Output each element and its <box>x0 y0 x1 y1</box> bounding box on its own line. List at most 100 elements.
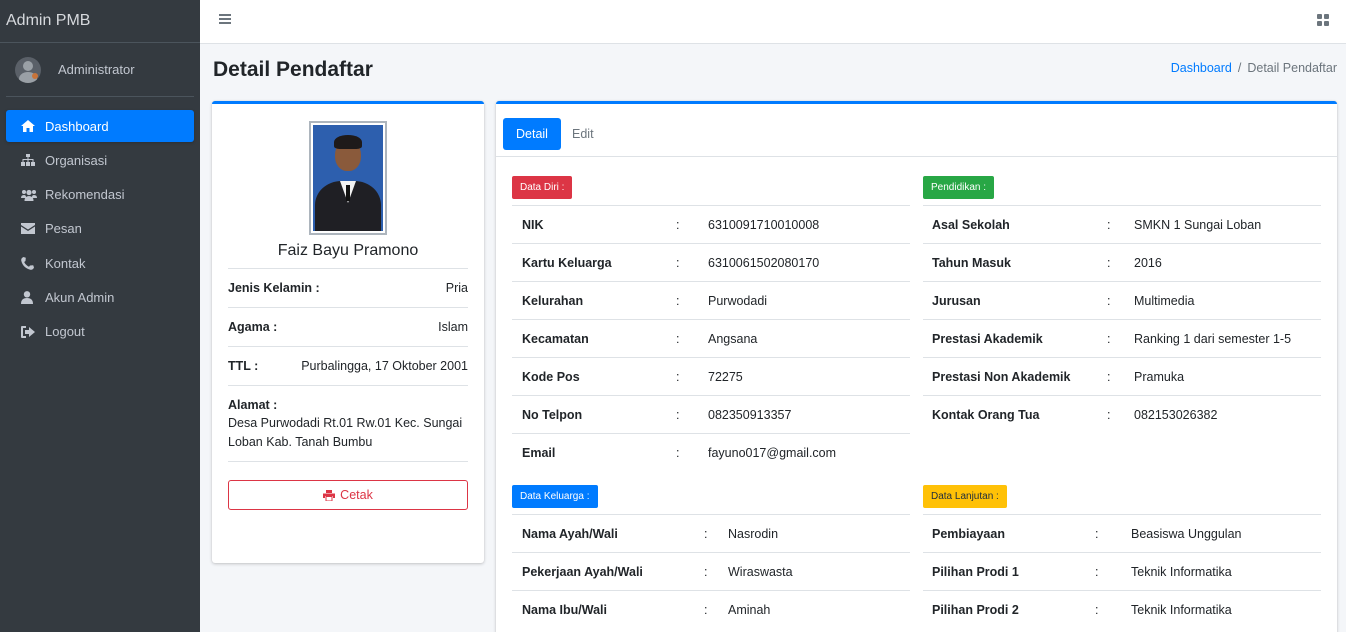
row-colon: : <box>1107 332 1111 346</box>
address-label: Alamat : <box>228 398 278 412</box>
sidebar-item-pesan[interactable]: Pesan <box>6 213 194 245</box>
row-value: 72275 <box>708 370 743 384</box>
row-key: Kartu Keluarga <box>522 256 612 270</box>
sidebar-item-rekomendasi[interactable]: Rekomendasi <box>6 179 194 211</box>
row-key: Asal Sekolah <box>932 218 1010 232</box>
phone-icon <box>21 256 45 270</box>
row-colon: : <box>1095 603 1099 617</box>
page-title: Detail Pendaftar <box>213 58 373 81</box>
row-colon: : <box>1095 565 1099 579</box>
home-icon <box>21 120 45 132</box>
section-badge-data-lanjutan: Data Lanjutan : <box>923 485 1007 508</box>
breadcrumb-current: Detail Pendaftar <box>1247 61 1337 75</box>
row-value: Teknik Informatika <box>1131 603 1232 617</box>
table-row: Nama Ibu/Wali: Aminah <box>512 590 910 628</box>
row-value: 6310091710010008 <box>708 218 820 232</box>
profile-photo <box>309 121 387 235</box>
religion-value: Islam <box>438 320 468 334</box>
table-row: Pilihan Prodi 2: Teknik Informatika <box>923 590 1321 628</box>
row-colon: : <box>704 603 708 617</box>
avatar <box>15 56 41 83</box>
section-badge-data-keluarga: Data Keluarga : <box>512 485 598 508</box>
row-colon: : <box>1107 256 1111 270</box>
users-icon <box>21 189 45 201</box>
row-colon: : <box>1107 370 1111 384</box>
row-key: Pekerjaan Ayah/Wali <box>522 565 643 579</box>
top-navbar <box>200 0 1346 44</box>
table-row: No Telpon: 082350913357 <box>512 395 910 433</box>
profile-name: Faiz Bayu Pramono <box>277 242 419 259</box>
row-key: Kelurahan <box>522 294 584 308</box>
row-colon: : <box>676 408 680 422</box>
sidebar-item-organisasi[interactable]: Organisasi <box>6 144 194 176</box>
address-value: Desa Purwodadi Rt.01 Rw.01 Kec. Sungai L… <box>228 416 463 449</box>
sidebar: Admin PMB Administrator Dashboard Organi… <box>0 0 200 632</box>
row-key: NIK <box>522 218 544 232</box>
row-value: Purwodadi <box>708 294 768 308</box>
profile-ttl-row: TTL : Purbalingga, 17 Oktober 2001 <box>228 346 468 386</box>
brand-title[interactable]: Admin PMB <box>0 0 200 43</box>
row-value: SMKN 1 Sungai Loban <box>1134 218 1262 232</box>
row-key: Prestasi Non Akademik <box>932 370 1071 384</box>
tab-detail[interactable]: Detail <box>503 118 561 150</box>
row-value: Angsana <box>708 332 758 346</box>
grid-icon[interactable] <box>1317 14 1329 26</box>
table-row: Prestasi Akademik: Ranking 1 dari semeste… <box>923 319 1321 357</box>
ttl-value: Purbalingga, 17 Oktober 2001 <box>301 359 468 373</box>
sidebar-item-kontak[interactable]: Kontak <box>6 247 194 279</box>
user-icon <box>21 291 45 304</box>
row-value: Beasiswa Unggulan <box>1131 527 1242 541</box>
print-button[interactable]: Cetak <box>228 480 468 510</box>
sidebar-item-label: Akun Admin <box>45 289 115 305</box>
menu-toggle-icon[interactable] <box>219 14 231 26</box>
table-row: Tahun Masuk: 2016 <box>923 243 1321 281</box>
row-colon: : <box>676 256 680 270</box>
row-key: Kecamatan <box>522 332 589 346</box>
sidebar-item-dashboard[interactable]: Dashboard <box>6 110 194 142</box>
ttl-label: TTL : <box>228 359 259 373</box>
sidebar-item-label: Dashboard <box>45 118 109 134</box>
tab-edit[interactable]: Edit <box>559 118 607 150</box>
row-value: 082153026382 <box>1134 408 1218 422</box>
user-name[interactable]: Administrator <box>58 62 135 77</box>
table-row: Kontak Orang Tua: 082153026382 <box>923 395 1321 432</box>
table-data-keluarga: Nama Ayah/Wali: Nasrodin Pekerjaan Ayah/W… <box>512 514 910 628</box>
row-key: Tahun Masuk <box>932 256 1011 270</box>
sidebar-item-akun-admin[interactable]: Akun Admin <box>6 281 194 313</box>
sidebar-item-label: Organisasi <box>45 152 108 168</box>
row-value: 082350913357 <box>708 408 792 422</box>
row-value: 6310061502080170 <box>708 256 820 270</box>
table-row: Jurusan: Multimedia <box>923 281 1321 319</box>
row-key: Nama Ayah/Wali <box>522 527 618 541</box>
row-colon: : <box>1107 294 1111 308</box>
row-value: Wiraswasta <box>728 565 793 579</box>
row-value: Teknik Informatika <box>1131 565 1232 579</box>
row-value: Pramuka <box>1134 370 1185 384</box>
table-row: Nama Ayah/Wali: Nasrodin <box>512 514 910 552</box>
breadcrumb: Dashboard / Detail Pendaftar <box>1171 61 1337 75</box>
row-colon: : <box>1107 408 1111 422</box>
row-colon: : <box>676 370 680 384</box>
sign-out-icon <box>21 325 45 338</box>
row-key: Prestasi Akademik <box>932 332 1043 346</box>
detail-card: Detail Edit Data Diri : NIK: 631009171001… <box>496 101 1337 632</box>
sidebar-item-label: Logout <box>45 324 85 340</box>
row-value: Multimedia <box>1134 294 1195 308</box>
table-row: Kecamatan: Angsana <box>512 319 910 357</box>
row-key: No Telpon <box>522 408 583 422</box>
user-panel[interactable]: Administrator <box>6 43 194 97</box>
row-colon: : <box>676 332 680 346</box>
table-row: Prestasi Non Akademik: Pramuka <box>923 357 1321 395</box>
breadcrumb-separator: / <box>1237 61 1242 75</box>
row-key: Pilihan Prodi 2 <box>932 603 1019 617</box>
sitemap-icon <box>21 154 45 167</box>
tabs: Detail Edit <box>496 104 1337 157</box>
breadcrumb-dashboard-link[interactable]: Dashboard <box>1171 61 1232 75</box>
sidebar-item-logout[interactable]: Logout <box>6 316 194 348</box>
row-key: Nama Ibu/Wali <box>522 603 607 617</box>
gender-label: Jenis Kelamin : <box>228 281 320 295</box>
row-key: Pilihan Prodi 1 <box>932 565 1019 579</box>
row-key: Pembiayaan <box>932 527 1005 541</box>
table-data-diri: NIK: 6310091710010008 Kartu Keluarga: 6310… <box>512 205 910 471</box>
row-key: Kontak Orang Tua <box>932 408 1040 422</box>
